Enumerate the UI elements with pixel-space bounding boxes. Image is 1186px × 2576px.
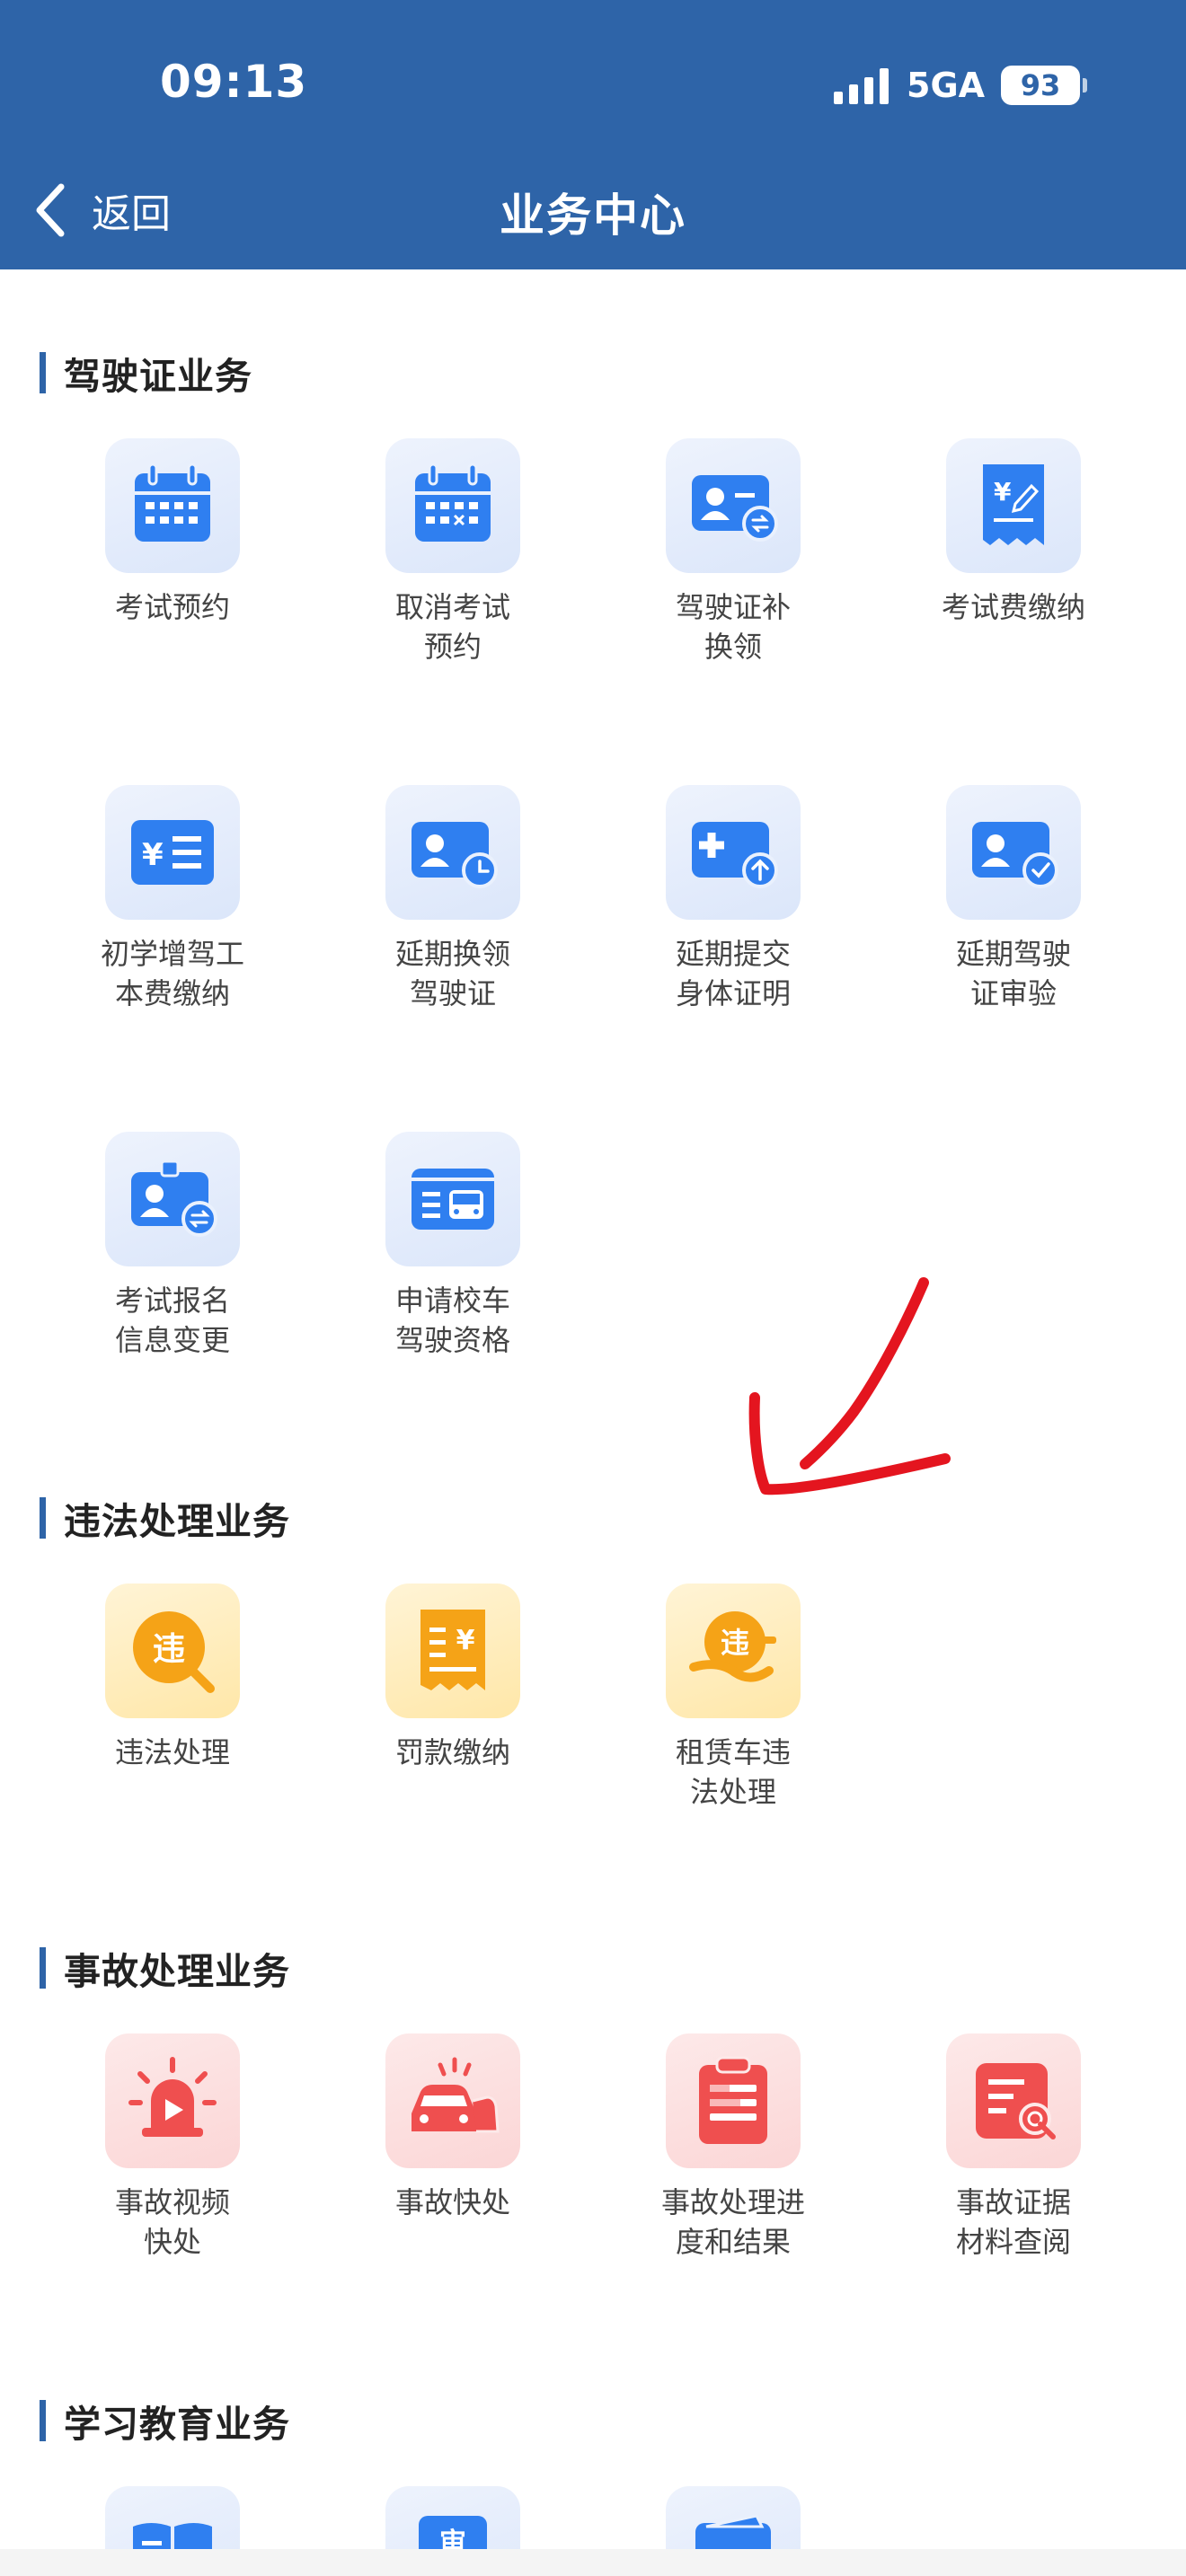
alarm-video-icon	[128, 2057, 217, 2137]
section-title-license: 驾驶证业务	[40, 350, 252, 398]
tile-cancel-exam[interactable]: 取消考试 预约	[336, 438, 570, 666]
clipboard-progress-icon	[699, 2056, 767, 2144]
tile-accident-quick[interactable]: 事故快处	[336, 2033, 570, 2222]
section-title-accident: 事故处理业务	[40, 1945, 290, 1993]
tile-violation-handling[interactable]: 违 违法处理	[56, 1584, 289, 1772]
status-time: 09:13	[160, 56, 308, 108]
signal-icon	[834, 66, 889, 104]
tile-rental-car-violation[interactable]: 违 租赁车违 法处理	[616, 1584, 850, 1812]
calendar-icon	[135, 463, 210, 542]
document-search-icon	[976, 2063, 1056, 2139]
svg-text:违: 违	[721, 1626, 749, 1660]
violation-search-icon: 违	[133, 1611, 215, 1693]
tile-delay-medical-proof[interactable]: 延期提交 身体证明	[616, 785, 850, 1013]
svg-text:¥: ¥	[142, 837, 164, 873]
fee-receipt-icon: ¥	[983, 464, 1044, 545]
svg-text:¥: ¥	[456, 1625, 475, 1656]
id-card-exchange-icon	[692, 475, 778, 542]
tile-delay-license-review[interactable]: 延期驾驶 证审验	[897, 785, 1130, 1013]
svg-text:¥: ¥	[994, 477, 1012, 507]
tile-exam-fee[interactable]: ¥ 考试费缴纳	[897, 438, 1130, 627]
status-indicators: 5GA 93	[834, 63, 1088, 108]
rental-violation-icon: 违	[689, 1611, 776, 1682]
tile-exam-booking[interactable]: 考试预约	[56, 438, 289, 627]
yuan-list-icon: ¥	[131, 820, 214, 885]
section-title-education: 学习教育业务	[40, 2398, 290, 2446]
id-card-check-icon	[972, 822, 1058, 888]
svg-text:违: 违	[153, 1631, 185, 1668]
medical-upload-icon	[692, 822, 778, 888]
app-header: 09:13 5GA 93 返回 业务中心	[0, 0, 1186, 269]
battery-level: 93	[1020, 68, 1061, 102]
badge-exchange-icon	[131, 1160, 217, 1237]
tile-learner-fee[interactable]: ¥ 初学增驾工 本费缴纳	[56, 785, 289, 1013]
tile-fine-payment[interactable]: ¥ 罚款缴纳	[336, 1584, 570, 1772]
fine-receipt-icon: ¥	[420, 1610, 485, 1690]
tile-accident-progress[interactable]: 事故处理进 度和结果	[616, 2033, 850, 2262]
network-type: 5GA	[907, 66, 986, 105]
school-bus-card-icon	[412, 1169, 494, 1230]
tile-delay-license-renewal[interactable]: 延期换领 驾驶证	[336, 785, 570, 1013]
battery-icon: 93	[1001, 66, 1088, 105]
bottom-bar	[0, 2549, 1186, 2576]
id-card-clock-icon	[412, 822, 498, 888]
car-crash-icon	[412, 2057, 500, 2133]
tile-accident-video[interactable]: 事故视频 快处	[56, 2033, 289, 2262]
tile-license-exchange[interactable]: 驾驶证补 换领	[616, 438, 850, 666]
page-title: 业务中心	[500, 190, 686, 242]
tile-accident-evidence[interactable]: 事故证据 材料查阅	[897, 2033, 1130, 2262]
calendar-cancel-icon	[415, 463, 491, 542]
section-title-violation: 违法处理业务	[40, 1495, 290, 1543]
tile-school-bus-qualification[interactable]: 申请校车 驾驶资格	[336, 1132, 570, 1360]
tile-exam-info-change[interactable]: 考试报名 信息变更	[56, 1132, 289, 1360]
annotation-arrow	[748, 1277, 951, 1495]
